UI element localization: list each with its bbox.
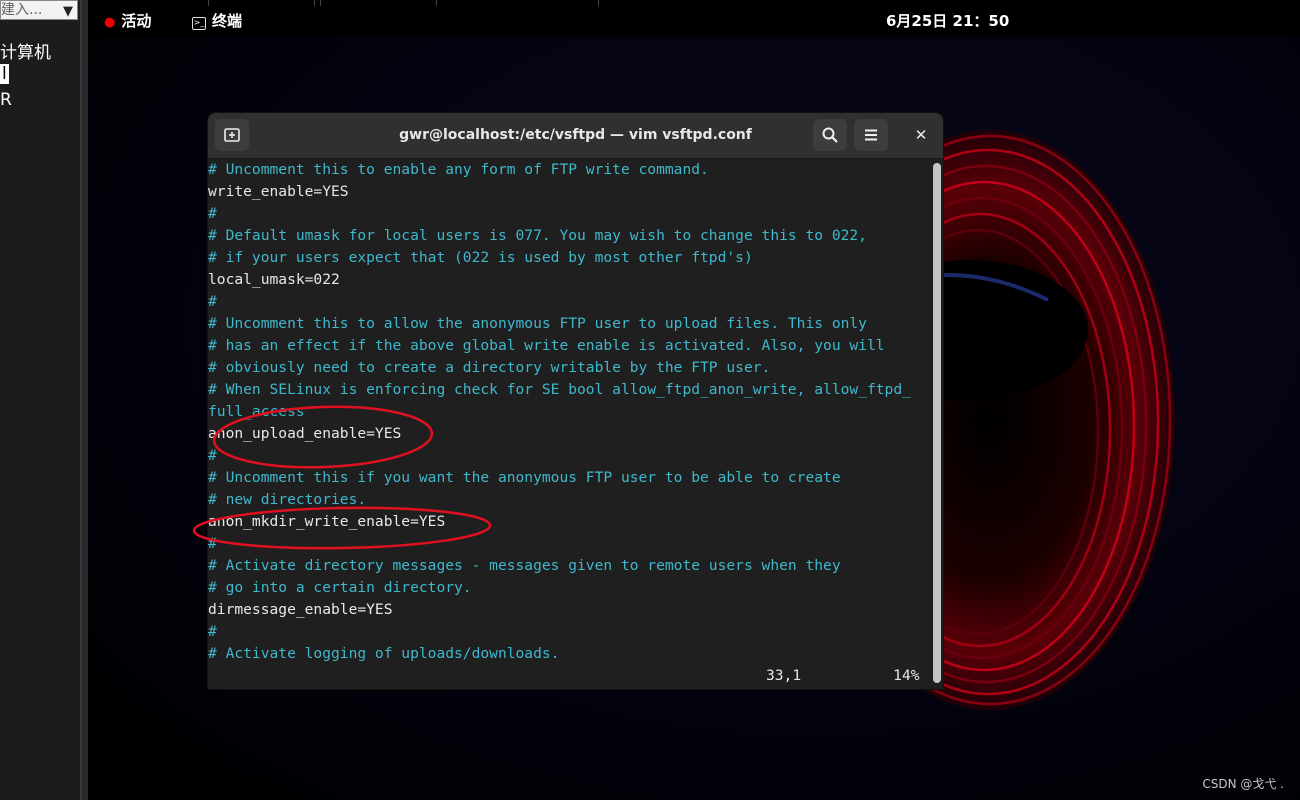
left-window-pane: 建入... ▼ 计算机 l R xyxy=(0,0,82,800)
config-line: anon_upload_enable=YES xyxy=(208,425,402,442)
comment-line: # go into a certain directory. xyxy=(208,579,472,596)
app-menu-label: 终端 xyxy=(212,12,243,30)
comment-line: # Uncomment this if you want the anonymo… xyxy=(208,469,841,486)
comment-line: # Uncomment this to enable any form of F… xyxy=(208,161,709,178)
left-item-r[interactable]: R xyxy=(0,90,12,110)
search-icon xyxy=(822,127,838,143)
hamburger-menu-icon xyxy=(865,129,877,141)
config-line: local_umask=022 xyxy=(208,271,340,288)
comment-line: # obviously need to create a directory w… xyxy=(208,359,771,376)
app-menu-terminal[interactable]: >_ 终端 xyxy=(192,10,242,31)
comment-line: # Default umask for local users is 077. … xyxy=(208,227,867,244)
close-button[interactable]: ✕ xyxy=(904,119,938,151)
activities-label: 活动 xyxy=(121,12,152,30)
config-line: anon_mkdir_write_enable=YES xyxy=(208,513,446,530)
activities-button[interactable]: ● 活动 xyxy=(104,10,151,31)
comment-line: # xyxy=(208,293,217,310)
terminal-icon: >_ xyxy=(192,17,206,30)
comment-line: # When SELinux is enforcing check for SE… xyxy=(208,381,911,398)
comment-line: # Uncomment this to allow the anonymous … xyxy=(208,315,867,332)
terminal-window: gwr@localhost:/etc/vsftpd — vim vsftpd.c… xyxy=(208,113,943,689)
comment-line: # xyxy=(208,623,217,640)
terminal-header-bar[interactable]: gwr@localhost:/etc/vsftpd — vim vsftpd.c… xyxy=(208,113,943,159)
watermark: CSDN @戈弋 . xyxy=(1202,777,1284,791)
redhat-icon: ● xyxy=(104,15,116,30)
comment-line: # Activate logging of uploads/downloads. xyxy=(208,645,560,662)
scrollbar[interactable] xyxy=(930,159,943,689)
scrollbar-thumb[interactable] xyxy=(933,163,941,683)
file-lines: # Uncomment this to enable any form of F… xyxy=(208,159,930,665)
vim-status-line: 33,1 14% xyxy=(208,665,930,687)
comment-line: full_access xyxy=(208,403,305,420)
comment-line: # has an effect if the above global writ… xyxy=(208,337,885,354)
dropdown-arrow-icon[interactable]: ▼ xyxy=(63,3,73,19)
menu-button[interactable] xyxy=(854,119,888,151)
comment-line: # Activate directory messages - messages… xyxy=(208,557,841,574)
search-button[interactable] xyxy=(813,119,847,151)
left-item-computer[interactable]: 计算机 xyxy=(0,38,51,63)
config-line: dirmessage_enable=YES xyxy=(208,601,393,618)
top-bar: ● 活动 >_ 终端 6月25日 21：50 xyxy=(88,0,1300,37)
config-line: write_enable=YES xyxy=(208,183,349,200)
scroll-percent: 14% xyxy=(893,667,920,684)
left-search-input[interactable]: 建入... ▼ xyxy=(0,0,78,20)
clock[interactable]: 6月25日 21：50 xyxy=(886,10,1009,31)
comment-line: # xyxy=(208,447,217,464)
left-search-input-text: 建入... xyxy=(1,2,43,18)
comment-line: # xyxy=(208,205,217,222)
close-icon: ✕ xyxy=(914,126,928,144)
comment-line: # xyxy=(208,535,217,552)
cursor-position: 33,1 xyxy=(766,667,802,684)
vim-editor-content[interactable]: # Uncomment this to enable any form of F… xyxy=(208,159,930,689)
comment-line: # new directories. xyxy=(208,491,367,508)
left-item-selected[interactable]: l xyxy=(0,64,9,84)
comment-line: # if your users expect that (022 is used… xyxy=(208,249,753,266)
